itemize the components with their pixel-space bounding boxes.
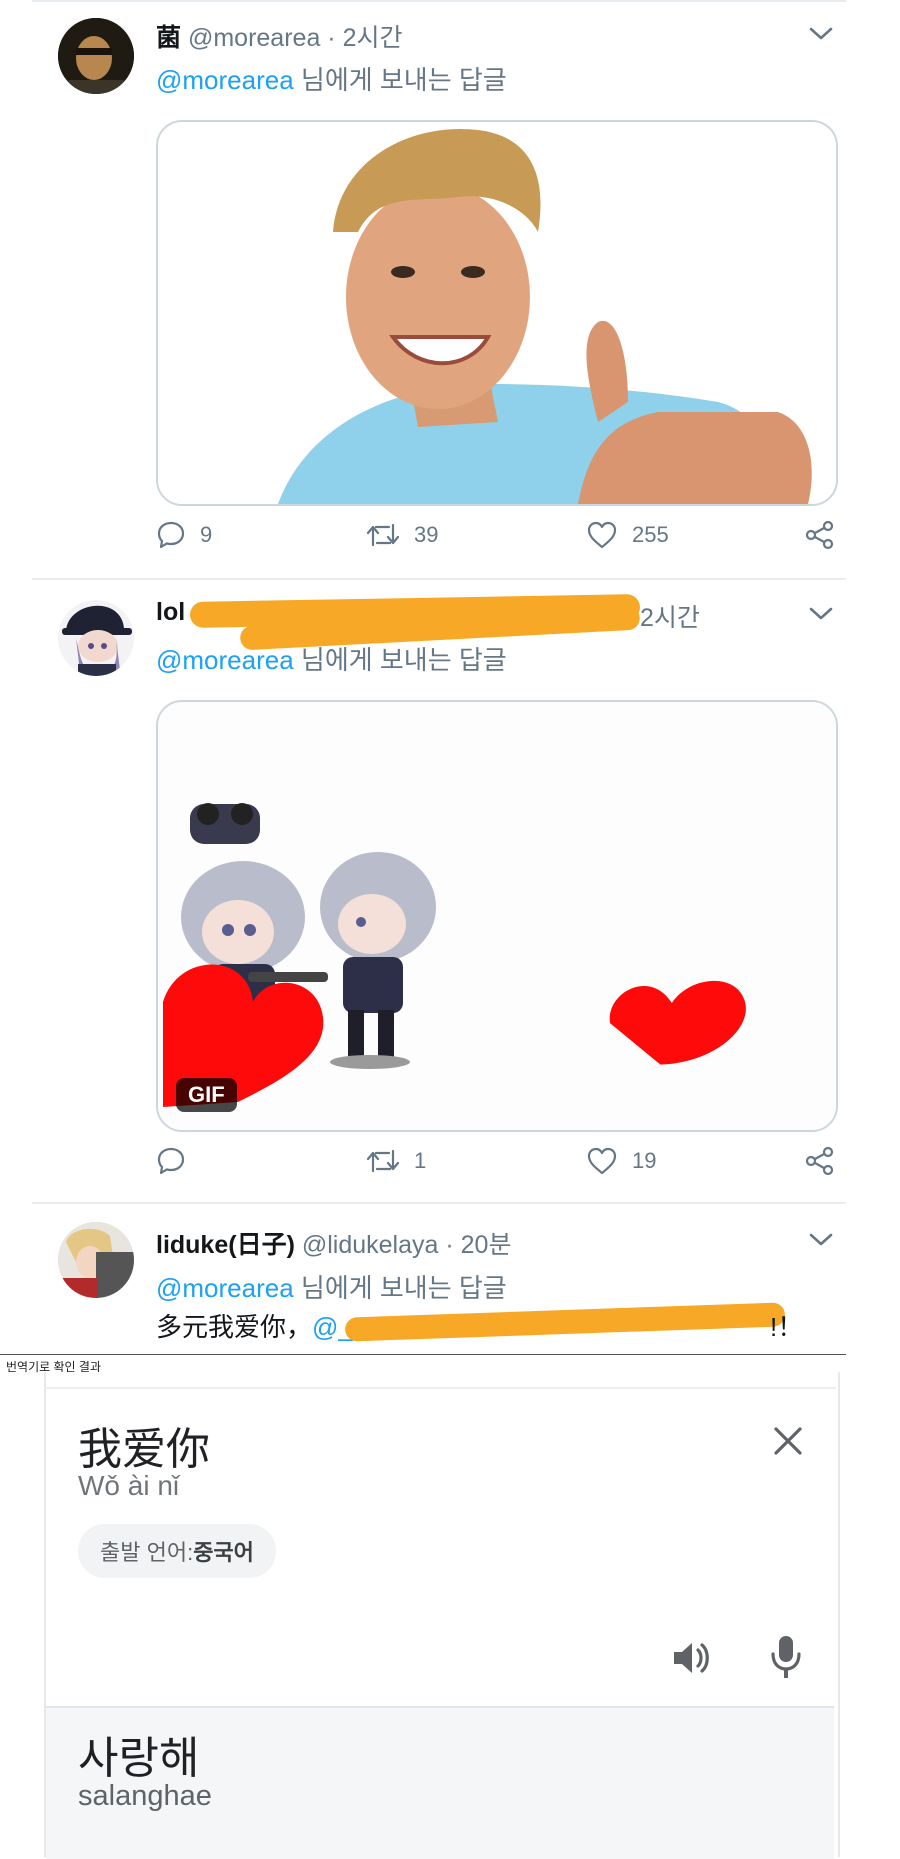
chevron-down-icon[interactable] <box>808 604 834 624</box>
speaker-icon[interactable] <box>670 1638 714 1678</box>
timestamp[interactable]: 2시간 <box>640 604 700 632</box>
tweet-body-start: 多元我爱你， <box>156 1312 313 1342</box>
reply-context: @morearea 님에게 보내는 답글 <box>156 60 507 97</box>
close-icon[interactable] <box>772 1425 804 1457</box>
reply-button[interactable] <box>156 1146 200 1176</box>
reply-mention-link[interactable]: @morearea <box>156 65 294 95</box>
reply-button[interactable]: 9 <box>156 520 212 550</box>
chevron-down-icon[interactable] <box>808 1230 834 1250</box>
retweet-button[interactable]: 39 <box>366 520 438 550</box>
share-button[interactable] <box>804 520 836 550</box>
reply-context-text: 님에게 보내는 답글 <box>293 645 507 675</box>
tweet-actions: 1 19 <box>156 1146 836 1186</box>
separator: · <box>445 1231 454 1259</box>
avatar[interactable] <box>58 1222 134 1298</box>
share-button[interactable] <box>804 1146 836 1176</box>
like-count: 19 <box>632 1148 657 1173</box>
reply-context-text: 님에게 보내는 답글 <box>293 65 507 95</box>
timestamp-wrap: 2시간 <box>640 598 700 634</box>
avatar[interactable] <box>58 18 134 94</box>
like-button[interactable]: 255 <box>586 520 669 550</box>
share-icon <box>805 520 834 550</box>
mic-icon[interactable] <box>768 1634 804 1680</box>
tweet-body-end-text: !！ <box>770 1312 804 1342</box>
tweet-header: lol <box>156 598 185 627</box>
reply-context: @morearea 님에게 보내는 답글 <box>156 640 507 677</box>
display-name[interactable]: lol <box>156 598 185 626</box>
source-language: 중국어 <box>193 1540 254 1565</box>
retweet-count: 1 <box>414 1148 427 1173</box>
display-name[interactable]: liduke(日子) <box>156 1231 295 1259</box>
tweet-body: 多元我爱你，@_Cl <box>156 1307 377 1344</box>
divider <box>32 0 846 2</box>
like-button[interactable]: 19 <box>586 1146 656 1176</box>
reply-mention-link[interactable]: @morearea <box>156 1273 294 1303</box>
tweet-header: liduke(日子) @lidukelaya · 20분 <box>156 1225 511 1261</box>
reply-icon <box>157 521 185 549</box>
tweet-photo[interactable] <box>156 120 838 506</box>
like-icon <box>587 1147 617 1175</box>
chevron-down-icon[interactable] <box>808 24 834 44</box>
divider <box>0 1354 846 1355</box>
photo-image <box>158 122 836 504</box>
like-count: 255 <box>632 522 669 547</box>
source-language-prefix: 출발 언어: <box>100 1540 194 1565</box>
timestamp[interactable]: 20분 <box>461 1231 512 1259</box>
share-icon <box>805 1146 834 1176</box>
divider <box>32 1202 846 1204</box>
avatar[interactable] <box>58 600 134 676</box>
tweet-body-end: !！ <box>770 1307 803 1344</box>
retweet-icon <box>366 1149 400 1173</box>
retweet-button[interactable]: 1 <box>366 1146 426 1176</box>
reply-count: 9 <box>200 522 213 547</box>
redaction-mark <box>344 1302 786 1342</box>
like-icon <box>587 521 617 549</box>
source-text[interactable]: 我爱你 <box>78 1413 210 1477</box>
source-pinyin: Wǒ ài nǐ <box>78 1470 180 1501</box>
retweet-icon <box>366 523 400 547</box>
tweet-header: 菌 @morearea · 2시간 <box>156 18 402 54</box>
gif-badge: GIF <box>176 1078 237 1112</box>
reply-icon <box>157 1147 185 1175</box>
source-language-chip[interactable]: 출발 언어: 중국어 <box>78 1524 276 1578</box>
reply-context-text: 님에게 보내는 답글 <box>293 1273 507 1303</box>
tweet-actions: 9 39 255 <box>156 520 836 560</box>
timestamp[interactable]: 2시간 <box>343 24 403 52</box>
divider <box>44 1387 836 1389</box>
result-romanization: salanghae <box>78 1780 212 1812</box>
divider <box>32 578 846 580</box>
reply-mention-link[interactable]: @morearea <box>156 645 294 675</box>
result-text[interactable]: 사랑해 <box>78 1722 199 1786</box>
reply-context: @morearea 님에게 보내는 답글 <box>156 1268 507 1305</box>
separator: · <box>327 24 336 52</box>
user-handle[interactable]: @morearea <box>188 24 320 52</box>
display-name[interactable]: 菌 <box>156 24 181 52</box>
retweet-count: 39 <box>414 522 439 547</box>
gif-image <box>158 702 836 1130</box>
user-handle[interactable]: @lidukelaya <box>302 1231 439 1259</box>
tweet-gif[interactable]: GIF <box>156 700 838 1132</box>
